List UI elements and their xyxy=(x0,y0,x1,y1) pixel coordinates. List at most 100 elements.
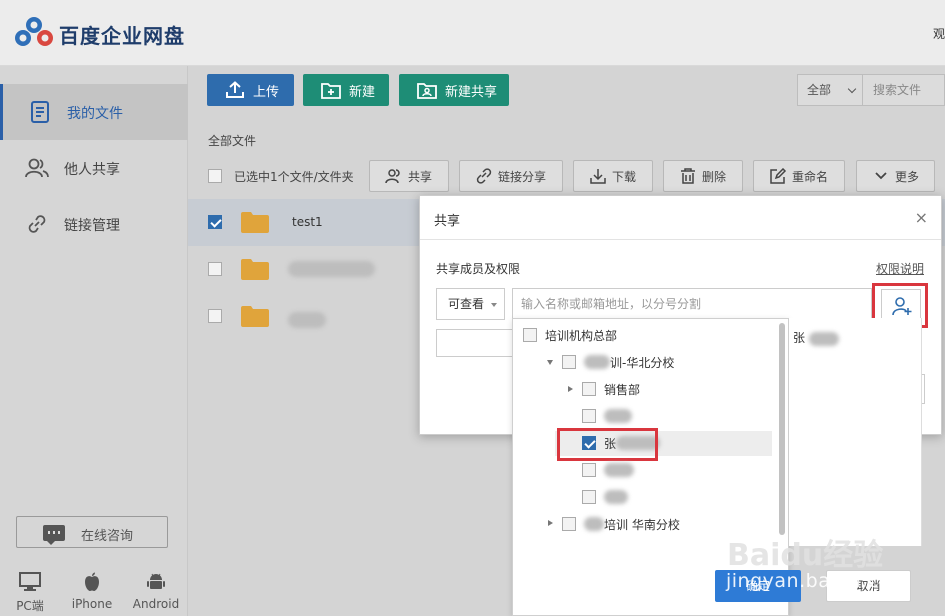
divider xyxy=(420,239,941,240)
users-icon xyxy=(385,169,400,184)
android-icon xyxy=(147,573,165,589)
brand-name: 百度企业网盘 xyxy=(59,24,185,48)
chat-icon xyxy=(43,525,65,545)
tree-checkbox[interactable] xyxy=(582,382,596,396)
dialog-title: 共享 xyxy=(434,214,461,229)
selection-info: 已选中1个文件/文件夹 xyxy=(234,170,354,184)
users-icon xyxy=(25,158,49,178)
delete-button[interactable]: 删除 xyxy=(663,160,743,192)
sidebar-item-label: 他人共享 xyxy=(64,162,120,178)
tree-checkbox[interactable] xyxy=(582,463,596,477)
selected-member-highlight xyxy=(557,428,658,461)
apple-icon xyxy=(85,572,99,591)
folder-icon xyxy=(241,212,269,233)
rename-button[interactable]: 重命名 xyxy=(753,160,845,192)
baidu-jingyan-watermark-logo: Baidu经验 xyxy=(727,538,884,573)
selected-member-name: 张 xyxy=(793,329,839,346)
sidebar: 我的文件 他人共享 链接管理 在线咨询 xyxy=(0,66,188,616)
tree-node-headquarters[interactable]: 培训机构总部 xyxy=(523,323,617,347)
new-share-button[interactable]: 新建共享 xyxy=(399,74,509,106)
platform-label: iPhone xyxy=(71,597,113,611)
tree-node-label: 销售部 xyxy=(604,382,641,397)
new-label: 新建 xyxy=(349,84,376,100)
sidebar-item-link-management[interactable]: 链接管理 xyxy=(0,196,188,252)
monitor-icon xyxy=(19,572,41,591)
tree-node-member[interactable] xyxy=(582,404,632,428)
tree-checkbox[interactable] xyxy=(582,409,596,423)
tree-node-member[interactable] xyxy=(582,458,634,482)
new-folder-icon xyxy=(321,83,341,99)
platform-label: PC端 xyxy=(16,599,44,613)
blurred-file-name xyxy=(288,312,326,328)
permission-select[interactable]: 可查看 xyxy=(436,288,505,320)
tree-node-label: 培训 华南分校 xyxy=(604,517,680,532)
consult-label: 在线咨询 xyxy=(81,529,134,544)
share-label: 共享 xyxy=(408,169,433,184)
tree-checkbox[interactable] xyxy=(562,355,576,369)
permission-list-box xyxy=(436,329,514,357)
link-icon xyxy=(476,168,492,184)
chevron-down-icon xyxy=(875,172,887,180)
permission-help-link[interactable]: 权限说明 xyxy=(876,260,924,277)
download-button[interactable]: 下载 xyxy=(573,160,653,192)
close-icon[interactable]: × xyxy=(915,208,928,227)
watermark-text: jingyan.baidu.com xyxy=(726,570,910,592)
sidebar-item-label: 链接管理 xyxy=(64,218,120,234)
tree-checkbox[interactable] xyxy=(582,490,596,504)
expand-right-icon[interactable] xyxy=(568,386,573,392)
more-button[interactable]: 更多 xyxy=(856,160,935,192)
delete-label: 删除 xyxy=(702,169,727,184)
row-checkbox[interactable] xyxy=(208,309,222,323)
blurred-text xyxy=(808,331,839,346)
platform-label: Android xyxy=(132,597,180,611)
app-header: 百度企业网盘 观 xyxy=(0,0,945,66)
sidebar-item-label: 我的文件 xyxy=(67,106,123,122)
tree-node-south-branch[interactable]: 培训 华南分校 xyxy=(562,512,680,536)
link-share-button[interactable]: 链接分享 xyxy=(459,160,563,192)
rename-label: 重命名 xyxy=(792,169,829,184)
tree-node-label: 培训机构总部 xyxy=(545,328,618,343)
expand-right-icon[interactable] xyxy=(548,520,553,526)
tree-checkbox[interactable] xyxy=(523,328,537,342)
tree-node-sales[interactable]: 销售部 xyxy=(582,377,640,401)
sidebar-item-my-files[interactable]: 我的文件 xyxy=(0,84,188,140)
file-type-filter[interactable]: 全部 xyxy=(797,74,863,106)
upload-button[interactable]: 上传 xyxy=(207,74,294,106)
folder-icon xyxy=(241,306,269,327)
download-label: 下载 xyxy=(612,169,637,184)
platform-pc[interactable]: PC端 xyxy=(0,572,60,614)
expand-down-icon[interactable] xyxy=(547,360,553,365)
download-icon xyxy=(590,169,606,184)
trash-icon xyxy=(681,168,695,184)
breadcrumb[interactable]: 全部文件 xyxy=(208,132,256,149)
members-label: 共享成员及权限 xyxy=(436,262,521,276)
folder-icon xyxy=(241,259,269,280)
upload-icon xyxy=(226,81,244,98)
edit-icon xyxy=(770,168,787,184)
select-all-checkbox[interactable] xyxy=(208,169,222,183)
blurred-text xyxy=(604,409,632,423)
tree-scrollbar[interactable] xyxy=(779,323,785,535)
blurred-file-name xyxy=(288,261,375,277)
blurred-text xyxy=(584,517,604,531)
new-share-label: 新建共享 xyxy=(445,84,498,100)
platform-iphone[interactable]: iPhone xyxy=(62,572,122,611)
member-input[interactable]: 输入名称或邮箱地址，以分号分割 xyxy=(512,288,872,320)
share-button[interactable]: 共享 xyxy=(369,160,449,192)
search-input[interactable]: 搜索文件 xyxy=(863,74,945,106)
row-checkbox[interactable] xyxy=(208,215,222,229)
baidu-cloud-logo xyxy=(15,17,53,46)
file-name[interactable]: test1 xyxy=(292,215,323,229)
tree-node-member[interactable] xyxy=(582,485,628,509)
tree-node-label: 训-华北分校 xyxy=(610,355,675,370)
selected-members-panel xyxy=(789,318,922,546)
platform-android[interactable]: Android xyxy=(126,572,186,611)
row-checkbox[interactable] xyxy=(208,262,222,276)
sidebar-item-shared-with-me[interactable]: 他人共享 xyxy=(0,140,188,196)
header-right-link[interactable]: 观 xyxy=(933,25,945,42)
tree-node-north-branch[interactable]: 训-华北分校 xyxy=(562,350,674,374)
new-folder-button[interactable]: 新建 xyxy=(303,74,389,106)
tree-checkbox[interactable] xyxy=(562,517,576,531)
blurred-text xyxy=(604,490,628,504)
online-consult-button[interactable]: 在线咨询 xyxy=(16,516,168,548)
